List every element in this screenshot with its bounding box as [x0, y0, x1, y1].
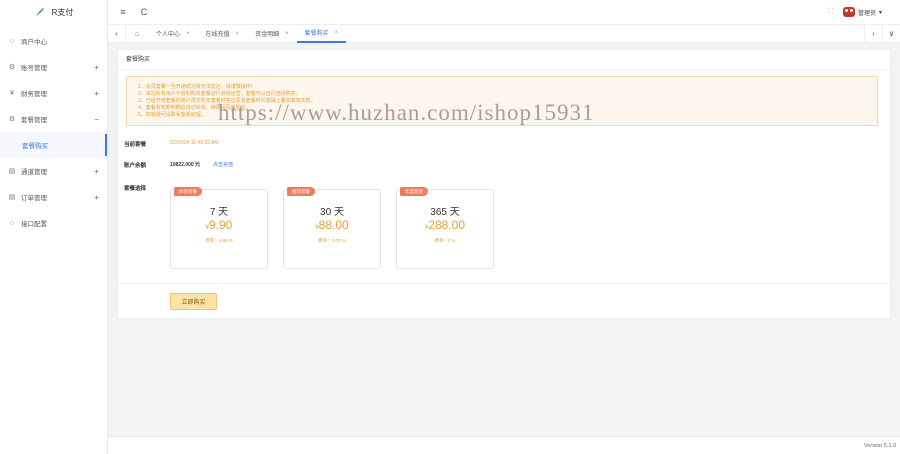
close-icon[interactable]: ×	[186, 31, 190, 37]
tab-label: 个人中心	[156, 32, 181, 38]
current-package-label: 当前套餐	[124, 142, 147, 148]
tab-label: 资金明细	[255, 32, 280, 38]
menu-toggle-icon[interactable]: ≡	[117, 6, 129, 18]
gear-icon: ⚙	[8, 116, 16, 123]
tab-next-button[interactable]: ›	[864, 24, 882, 43]
home-icon[interactable]: ⌂	[126, 24, 148, 43]
sidebar-item-label: 账号管理	[21, 65, 47, 72]
tabs-bar: ‹ ⌂ 个人中心 × 在线充值 × 资金明细 × 套餐购买 × › ∨	[108, 24, 900, 43]
panel-title: 套餐购买	[118, 50, 890, 70]
collapse-icon[interactable]: −	[94, 115, 99, 124]
package-panel: 套餐购买 1、会员套餐一旦开通成功将无法退还，请谨慎操作! 2、本站所有用户不强…	[117, 49, 891, 319]
balance-value: 10822.000 元	[170, 162, 201, 168]
current-package-value: 6/3/2024 11:40:33 AM	[170, 140, 219, 146]
expand-icon[interactable]: +	[94, 89, 99, 98]
expand-icon[interactable]: +	[94, 167, 99, 176]
price-value: 288.00	[428, 218, 466, 232]
package-price: ¥288.00	[397, 218, 493, 232]
notice-line: 2、本站所有用户不强制购买套餐进行通道运营，套餐可以自行选择购买。	[138, 91, 301, 97]
tab-online-recharge[interactable]: 在线充值 ×	[198, 24, 248, 43]
price-value: 88.00	[318, 218, 349, 232]
sidebar-item-channel[interactable]: ▤ 通道管理 +	[0, 158, 107, 184]
refresh-icon[interactable]: C	[138, 6, 150, 18]
app-logo[interactable]: R支付	[0, 0, 107, 24]
tab-label: 在线充值	[205, 32, 230, 38]
footer: Version 5.1.0	[108, 436, 900, 454]
fullscreen-icon[interactable]: ⛶	[828, 8, 833, 16]
package-card-365-days[interactable]: 年度套餐 365 天 ¥288.00 费率：0 %	[396, 187, 494, 269]
package-card-7-days[interactable]: 体验套餐 7 天 ¥9.90 费率：4.85 %	[170, 187, 268, 269]
package-badge: 年度套餐	[400, 187, 428, 196]
tab-personal-center[interactable]: 个人中心 ×	[148, 24, 198, 43]
avatar	[842, 7, 855, 17]
package-rate: 费率：0.00 %	[318, 238, 346, 243]
sidebar-item-label: 订单管理	[21, 195, 47, 202]
balance-label: 账户余额	[124, 163, 147, 169]
package-days: 365 天	[430, 207, 460, 218]
circle-icon: ○	[9, 219, 15, 227]
tab-more-button[interactable]: ∨	[882, 24, 900, 43]
package-price: ¥88.00	[284, 218, 380, 232]
close-icon[interactable]: ×	[285, 31, 289, 37]
package-card-30-days[interactable]: 推荐套餐 30 天 ¥88.00 费率：0.00 %	[283, 187, 381, 269]
version-text: Version 5.1.0	[863, 442, 896, 449]
package-rate: 费率：0 %	[434, 238, 456, 243]
sidebar-item-finance[interactable]: ¥ 财务管理 +	[0, 80, 107, 106]
sidebar-item-merchant-center[interactable]: ○ 商户中心	[0, 28, 107, 54]
close-icon[interactable]: ×	[335, 30, 339, 36]
tab-prev-button[interactable]: ‹	[108, 24, 126, 43]
user-menu[interactable]: 管理员 ▾	[842, 7, 882, 17]
rocket-logo-icon	[34, 6, 46, 18]
close-icon[interactable]: ×	[236, 31, 240, 37]
divider	[118, 283, 890, 284]
tab-package-buy[interactable]: 套餐购买 ×	[296, 24, 347, 43]
sidebar-item-label: 商户中心	[21, 39, 47, 46]
sidebar-item-package[interactable]: ⚙ 套餐管理 −	[0, 106, 107, 132]
sidebar-item-label: 套餐购买	[22, 143, 48, 150]
recharge-link[interactable]: 点击充值	[213, 161, 233, 168]
tab-fund-details[interactable]: 资金明细 ×	[247, 24, 297, 43]
package-days: 30 天	[320, 207, 344, 218]
buy-now-button[interactable]: 立即购买	[170, 293, 217, 310]
package-choose-label: 套餐选择	[124, 186, 147, 192]
expand-icon[interactable]: +	[94, 63, 99, 72]
package-badge: 体验套餐	[174, 187, 202, 196]
notice-line: 1、会员套餐一旦开通成功将无法退还，请谨慎操作!	[138, 84, 253, 90]
price-value: 9.90	[208, 218, 233, 232]
chevron-down-icon: ▾	[878, 9, 882, 16]
watermark: https://www.huzhan.com/ishop15931	[218, 100, 595, 125]
sidebar-item-order[interactable]: ▤ 订单管理 +	[0, 184, 107, 210]
list-icon: ▤	[8, 194, 16, 201]
package-rate: 费率：4.85 %	[205, 238, 233, 243]
user-name: 管理员	[857, 10, 876, 17]
sidebar-item-label: 套餐管理	[21, 117, 47, 124]
yen-icon: ¥	[10, 89, 14, 97]
circle-icon: ○	[9, 37, 15, 45]
sidebar-item-label: 通道管理	[21, 169, 47, 176]
sidebar: R支付 ○ 商户中心 ⚙ 账号管理 + ¥ 财务管理 + ⚙ 套餐管理 − 套餐…	[0, 0, 108, 454]
package-days: 7 天	[209, 207, 229, 218]
sidebar-item-label: 财务管理	[21, 91, 47, 98]
list-icon: ▤	[8, 168, 16, 175]
tab-label: 套餐购买	[304, 31, 329, 37]
package-badge: 推荐套餐	[287, 187, 315, 196]
app-name: R支付	[51, 7, 74, 17]
top-bar: ≡ C ⛶ 管理员 ▾	[108, 0, 900, 24]
sidebar-item-package-buy[interactable]: 套餐购买	[0, 132, 107, 158]
package-price: ¥9.90	[171, 218, 267, 232]
expand-icon[interactable]: +	[94, 193, 99, 202]
gear-icon: ⚙	[8, 64, 16, 71]
sidebar-item-api-config[interactable]: ○ 接口配置	[0, 210, 107, 236]
sidebar-item-account[interactable]: ⚙ 账号管理 +	[0, 54, 107, 80]
sidebar-item-label: 接口配置	[21, 221, 47, 228]
